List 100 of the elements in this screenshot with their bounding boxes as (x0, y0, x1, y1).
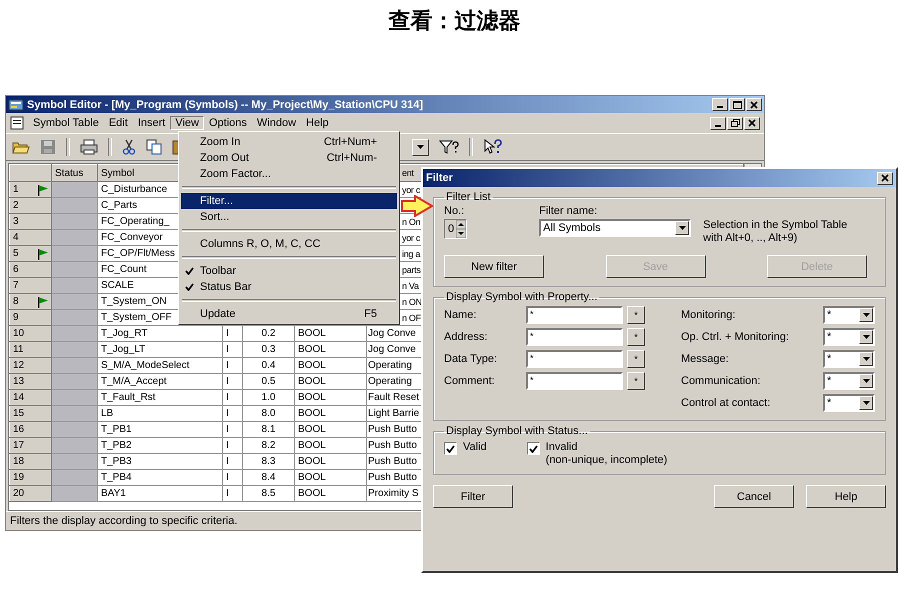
row-header[interactable]: 17 (10, 438, 52, 454)
row-header[interactable]: 1 (10, 182, 52, 198)
wildcard-button[interactable]: * (627, 328, 645, 346)
print-icon[interactable] (80, 139, 98, 155)
dialog-button[interactable]: Filter (433, 485, 513, 508)
minimize-button[interactable] (710, 116, 726, 130)
table-cell: BOOL (294, 342, 367, 358)
input-field[interactable]: * (526, 372, 623, 390)
row-header[interactable]: 15 (10, 406, 52, 422)
menu-item[interactable]: Zoom Out Ctrl+Num- (181, 150, 397, 166)
close-button[interactable] (744, 116, 760, 130)
menu-item[interactable]: View (170, 116, 204, 130)
filter-icon[interactable] (439, 139, 459, 155)
close-button[interactable] (746, 98, 762, 111)
status-cell (52, 310, 98, 326)
row-header[interactable]: 10 (10, 326, 52, 342)
row-header[interactable]: 20 (10, 486, 52, 502)
row-header[interactable]: 16 (10, 422, 52, 438)
table-cell: BOOL (294, 454, 367, 470)
row-header[interactable]: 18 (10, 454, 52, 470)
menu-item[interactable]: Help (301, 116, 334, 130)
dropdown-field[interactable]: * (823, 328, 875, 346)
close-button[interactable] (877, 172, 893, 184)
table-cell: T_Jog_LT (98, 342, 222, 358)
table-cell: I (222, 470, 242, 486)
row-header[interactable]: 11 (10, 342, 52, 358)
input-field[interactable]: * (526, 328, 623, 346)
row-header[interactable]: 14 (10, 390, 52, 406)
spin-arrows-icon (456, 220, 466, 238)
status-cell (52, 374, 98, 390)
caret-icon (862, 334, 870, 338)
column-header[interactable] (10, 164, 52, 182)
dropdown-field[interactable]: * (823, 306, 875, 324)
table-cell: 8.3 (242, 454, 294, 470)
table-cell: 8.2 (242, 438, 294, 454)
dialog-button[interactable]: New filter (444, 255, 544, 278)
row-header[interactable]: 8 (10, 294, 52, 310)
restore-button[interactable] (727, 116, 743, 130)
status-cell (52, 454, 98, 470)
app-icon (8, 98, 24, 112)
row-header[interactable]: 2 (10, 198, 52, 214)
table-cell: BOOL (294, 422, 367, 438)
table-cell: BOOL (294, 438, 367, 454)
status-cell (52, 326, 98, 342)
restore-icon (730, 119, 740, 127)
table-cell: 0.4 (242, 358, 294, 374)
row-header[interactable]: 12 (10, 358, 52, 374)
menu-item[interactable]: Zoom In Ctrl+Num+ (181, 134, 397, 150)
menu-item[interactable]: Symbol Table (28, 116, 104, 130)
minimize-icon (715, 124, 721, 126)
status-cell (52, 470, 98, 486)
window-title: Symbol Editor - [My_Program (Symbols) -- My_Project\My_Station\CPU 314] (27, 98, 424, 110)
input-field[interactable]: * (526, 350, 623, 368)
minimize-button[interactable] (712, 98, 728, 111)
dropdown-button[interactable] (412, 138, 429, 156)
checkbox[interactable] (526, 442, 540, 455)
menu-item[interactable]: Options (204, 116, 252, 130)
dropdown-field[interactable]: All Symbols (539, 219, 692, 237)
table-cell: T_PB1 (98, 422, 222, 438)
row-header[interactable]: 4 (10, 230, 52, 246)
dropdown-field[interactable]: * (823, 394, 875, 412)
table-cell: T_PB3 (98, 454, 222, 470)
table-cell: 0.5 (242, 374, 294, 390)
help-pointer-icon[interactable] (483, 139, 503, 155)
checkbox[interactable] (444, 442, 457, 455)
menu-item[interactable]: Insert (132, 116, 170, 130)
status-cell (52, 214, 98, 230)
copy-icon[interactable] (146, 139, 162, 155)
maximize-button[interactable] (729, 98, 745, 111)
row-header[interactable]: 9 (10, 310, 52, 326)
checkbox-note: (non-unique, incomplete) (546, 454, 668, 466)
wildcard-button[interactable]: * (627, 306, 645, 324)
menu-item[interactable]: Edit (104, 116, 133, 130)
menu-item[interactable]: Filter... (181, 193, 397, 209)
row-header[interactable]: 19 (10, 470, 52, 486)
table-cell: BOOL (294, 486, 367, 502)
row-header[interactable]: 6 (10, 262, 52, 278)
dialog-button[interactable]: Cancel (714, 485, 794, 508)
caret-icon (862, 356, 870, 360)
table-cell: LB (98, 406, 222, 422)
dropdown-field[interactable]: * (823, 350, 875, 368)
group-title: Display Symbol with Status... (445, 425, 589, 437)
number-spinner[interactable]: 0 (444, 219, 468, 239)
row-header[interactable]: 5 (10, 246, 52, 262)
table-cell: 8.4 (242, 470, 294, 486)
row-header[interactable]: 3 (10, 214, 52, 230)
row-header[interactable]: 7 (10, 278, 52, 294)
table-cell: BOOL (294, 470, 367, 486)
status-cell (52, 438, 98, 454)
input-field[interactable]: * (526, 306, 623, 324)
dropdown-field[interactable]: * (823, 372, 875, 390)
scissors-icon[interactable] (122, 139, 136, 155)
dialog-button[interactable]: Help (806, 485, 886, 508)
row-header[interactable]: 13 (10, 374, 52, 390)
column-header[interactable]: Status (52, 164, 98, 182)
status-cell (52, 390, 98, 406)
menu-item[interactable]: Window (252, 116, 302, 130)
wildcard-button[interactable]: * (627, 350, 645, 368)
wildcard-button[interactable]: * (627, 372, 645, 390)
field-label: Name: (444, 308, 478, 320)
